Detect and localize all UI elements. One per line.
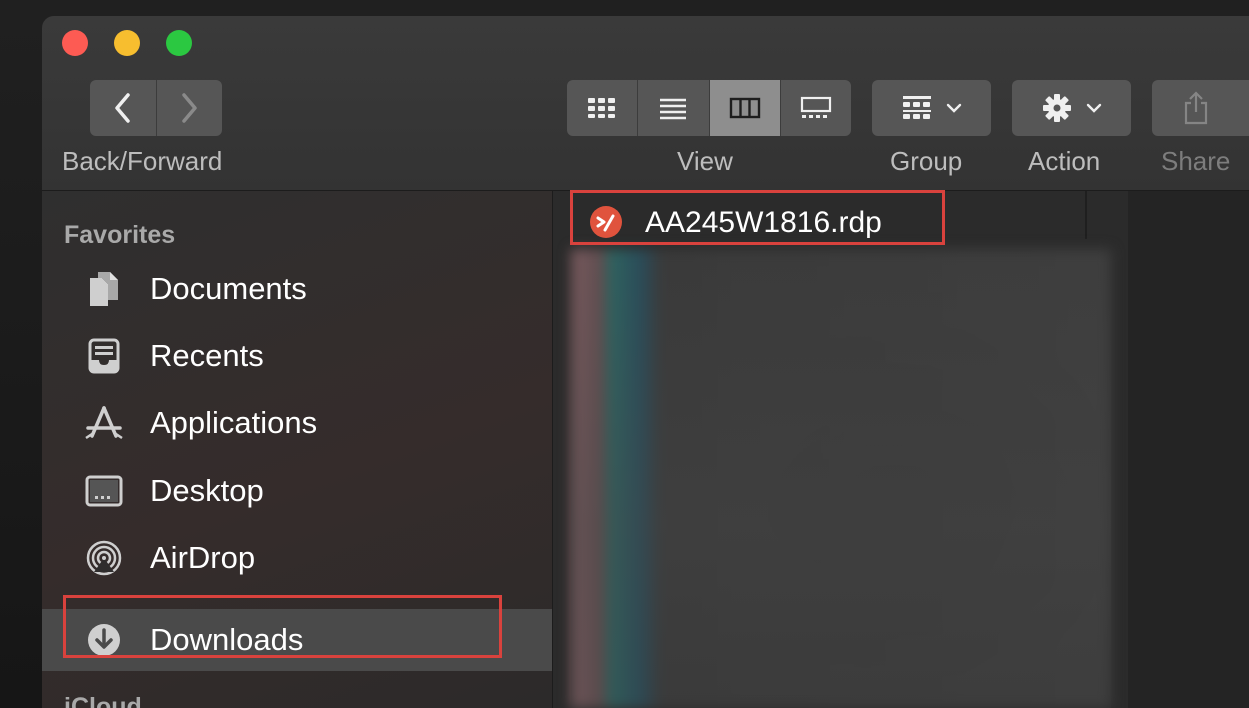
sidebar-item-label: Desktop: [150, 473, 264, 508]
icon-view-icon: [588, 98, 616, 118]
file-name: AA245W1816.rdp: [645, 206, 882, 239]
gear-icon: [1042, 94, 1071, 122]
sidebar-item-downloads[interactable]: Downloads: [42, 609, 552, 671]
column-view-button[interactable]: [708, 80, 780, 136]
favorites-header: Favorites: [64, 221, 176, 249]
remote-desktop-file-icon: [589, 205, 623, 239]
chevron-right-icon: [182, 93, 197, 123]
sidebar-item-desktop[interactable]: Desktop: [42, 462, 552, 520]
column-view-icon: [729, 97, 760, 119]
minimize-window-button[interactable]: [114, 30, 140, 56]
chevron-left-icon: [115, 93, 130, 123]
column-divider[interactable]: [1085, 191, 1087, 239]
sidebar-item-applications[interactable]: Applications: [42, 394, 552, 452]
documents-icon: [84, 269, 124, 309]
group-icon: [902, 96, 931, 119]
view-label: View: [677, 146, 733, 176]
action-button[interactable]: [1012, 80, 1131, 136]
recents-icon: [84, 336, 124, 376]
chevron-down-icon: [1086, 103, 1101, 113]
airdrop-icon: [84, 538, 124, 578]
icloud-header: iCloud: [64, 693, 142, 708]
sidebar-item-label: Recents: [150, 338, 264, 373]
sidebar: Favorites Documents Recents Applications…: [42, 191, 553, 708]
share-label: Share: [1161, 146, 1231, 176]
desktop-icon: [84, 471, 124, 511]
zoom-window-button[interactable]: [166, 30, 192, 56]
group-button-inner: [872, 80, 991, 136]
back-button[interactable]: [90, 80, 156, 136]
sidebar-item-airdrop[interactable]: AirDrop: [42, 529, 552, 587]
chevron-down-icon: [946, 103, 961, 113]
blurred-preview-overlay: [571, 249, 1111, 708]
icon-view-button[interactable]: [567, 80, 637, 136]
close-window-button[interactable]: [62, 30, 88, 56]
sidebar-item-label: AirDrop: [150, 540, 256, 575]
file-column-view: AA245W1816.rdp: [553, 191, 1249, 708]
action-button-inner: [1012, 80, 1131, 136]
share-button[interactable]: [1152, 80, 1249, 136]
gallery-view-button[interactable]: [779, 80, 851, 136]
list-view-button[interactable]: [637, 80, 708, 136]
gallery-view-icon: [800, 96, 831, 118]
toolbar: Back/Forward View Group Action Share: [42, 16, 1249, 191]
sidebar-item-documents[interactable]: Documents: [42, 260, 552, 318]
view-control: [567, 80, 851, 136]
group-label: Group: [890, 146, 963, 176]
share-icon: [1184, 91, 1208, 125]
applications-icon: [84, 403, 124, 443]
back-forward-label: Back/Forward: [62, 146, 223, 176]
back-forward-control: [90, 80, 222, 136]
downloads-icon: [84, 620, 124, 660]
file-row[interactable]: AA245W1816.rdp: [571, 199, 1083, 247]
sidebar-item-label: Applications: [150, 405, 318, 440]
sidebar-item-recents[interactable]: Recents: [42, 327, 552, 385]
list-view-icon: [660, 98, 687, 120]
sidebar-item-label: Documents: [150, 271, 307, 306]
share-button-inner: [1152, 80, 1249, 136]
sidebar-item-label: Downloads: [150, 622, 304, 657]
forward-button[interactable]: [155, 80, 223, 136]
finder-window: Back/Forward View Group Action Share Fav…: [42, 16, 1249, 708]
group-button[interactable]: [872, 80, 991, 136]
action-label: Action: [1028, 146, 1101, 176]
empty-column: [1128, 191, 1249, 708]
